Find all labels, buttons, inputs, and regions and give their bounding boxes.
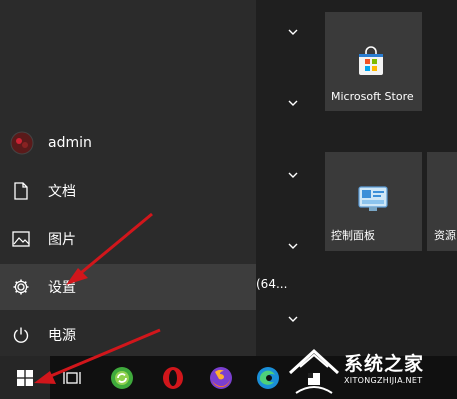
avatar xyxy=(10,131,34,155)
watermark-url: XITONGZHIJIA.NET xyxy=(344,376,423,385)
nav-label-settings: 设置 xyxy=(48,280,76,296)
watermark-name: 系统之家 xyxy=(344,353,425,375)
refresh-app-icon xyxy=(111,366,133,389)
gear-icon xyxy=(11,277,31,297)
chevron-down-icon[interactable] xyxy=(287,171,299,179)
tile-microsoft-store[interactable]: Microsoft Store xyxy=(325,12,422,111)
document-icon xyxy=(11,181,31,201)
picture-icon xyxy=(11,229,31,249)
tile-label-control-panel: 控制面板 xyxy=(331,229,375,242)
nav-item-settings[interactable]: 设置 xyxy=(0,264,256,310)
tile-control-panel[interactable]: 控制面板 xyxy=(325,152,422,251)
windows-icon xyxy=(17,369,33,386)
control-panel-icon xyxy=(358,186,388,216)
nav-item-pictures[interactable]: 图片 xyxy=(0,216,256,262)
edge-icon xyxy=(257,366,279,389)
tile-label-store: Microsoft Store xyxy=(331,90,414,103)
user-name: admin xyxy=(48,135,92,151)
nav-item-documents[interactable]: 文档 xyxy=(0,168,256,214)
tile-label-resources: 资源 xyxy=(434,229,456,242)
taskbar-app-green[interactable] xyxy=(100,356,144,399)
task-view-button[interactable] xyxy=(52,356,92,399)
chevron-down-icon[interactable] xyxy=(287,315,299,323)
watermark-logo-icon xyxy=(288,348,340,394)
tile-resources[interactable]: 资源 xyxy=(427,152,457,251)
nav-item-user[interactable]: admin xyxy=(0,120,256,166)
chevron-down-icon[interactable] xyxy=(287,99,299,107)
nav-label-documents: 文档 xyxy=(48,184,76,200)
firefox-icon xyxy=(210,366,232,389)
power-icon xyxy=(11,325,31,345)
start-nav-rail: admin 文档 图片 设置 电源 xyxy=(0,0,256,356)
nav-item-power[interactable]: 电源 xyxy=(0,312,256,358)
task-view-icon xyxy=(63,371,81,384)
taskbar-app-opera[interactable] xyxy=(150,356,196,399)
nav-label-power: 电源 xyxy=(48,328,76,344)
app-list-item-partial[interactable]: (64... xyxy=(256,277,287,291)
nav-label-pictures: 图片 xyxy=(48,232,76,248)
start-button[interactable] xyxy=(0,356,50,399)
chevron-down-icon[interactable] xyxy=(287,28,299,36)
store-icon xyxy=(357,46,385,80)
opera-icon xyxy=(163,366,183,389)
watermark: 系统之家 XITONGZHIJIA.NET xyxy=(282,343,457,399)
chevron-down-icon[interactable] xyxy=(287,242,299,250)
taskbar-app-firefox[interactable] xyxy=(198,356,244,399)
